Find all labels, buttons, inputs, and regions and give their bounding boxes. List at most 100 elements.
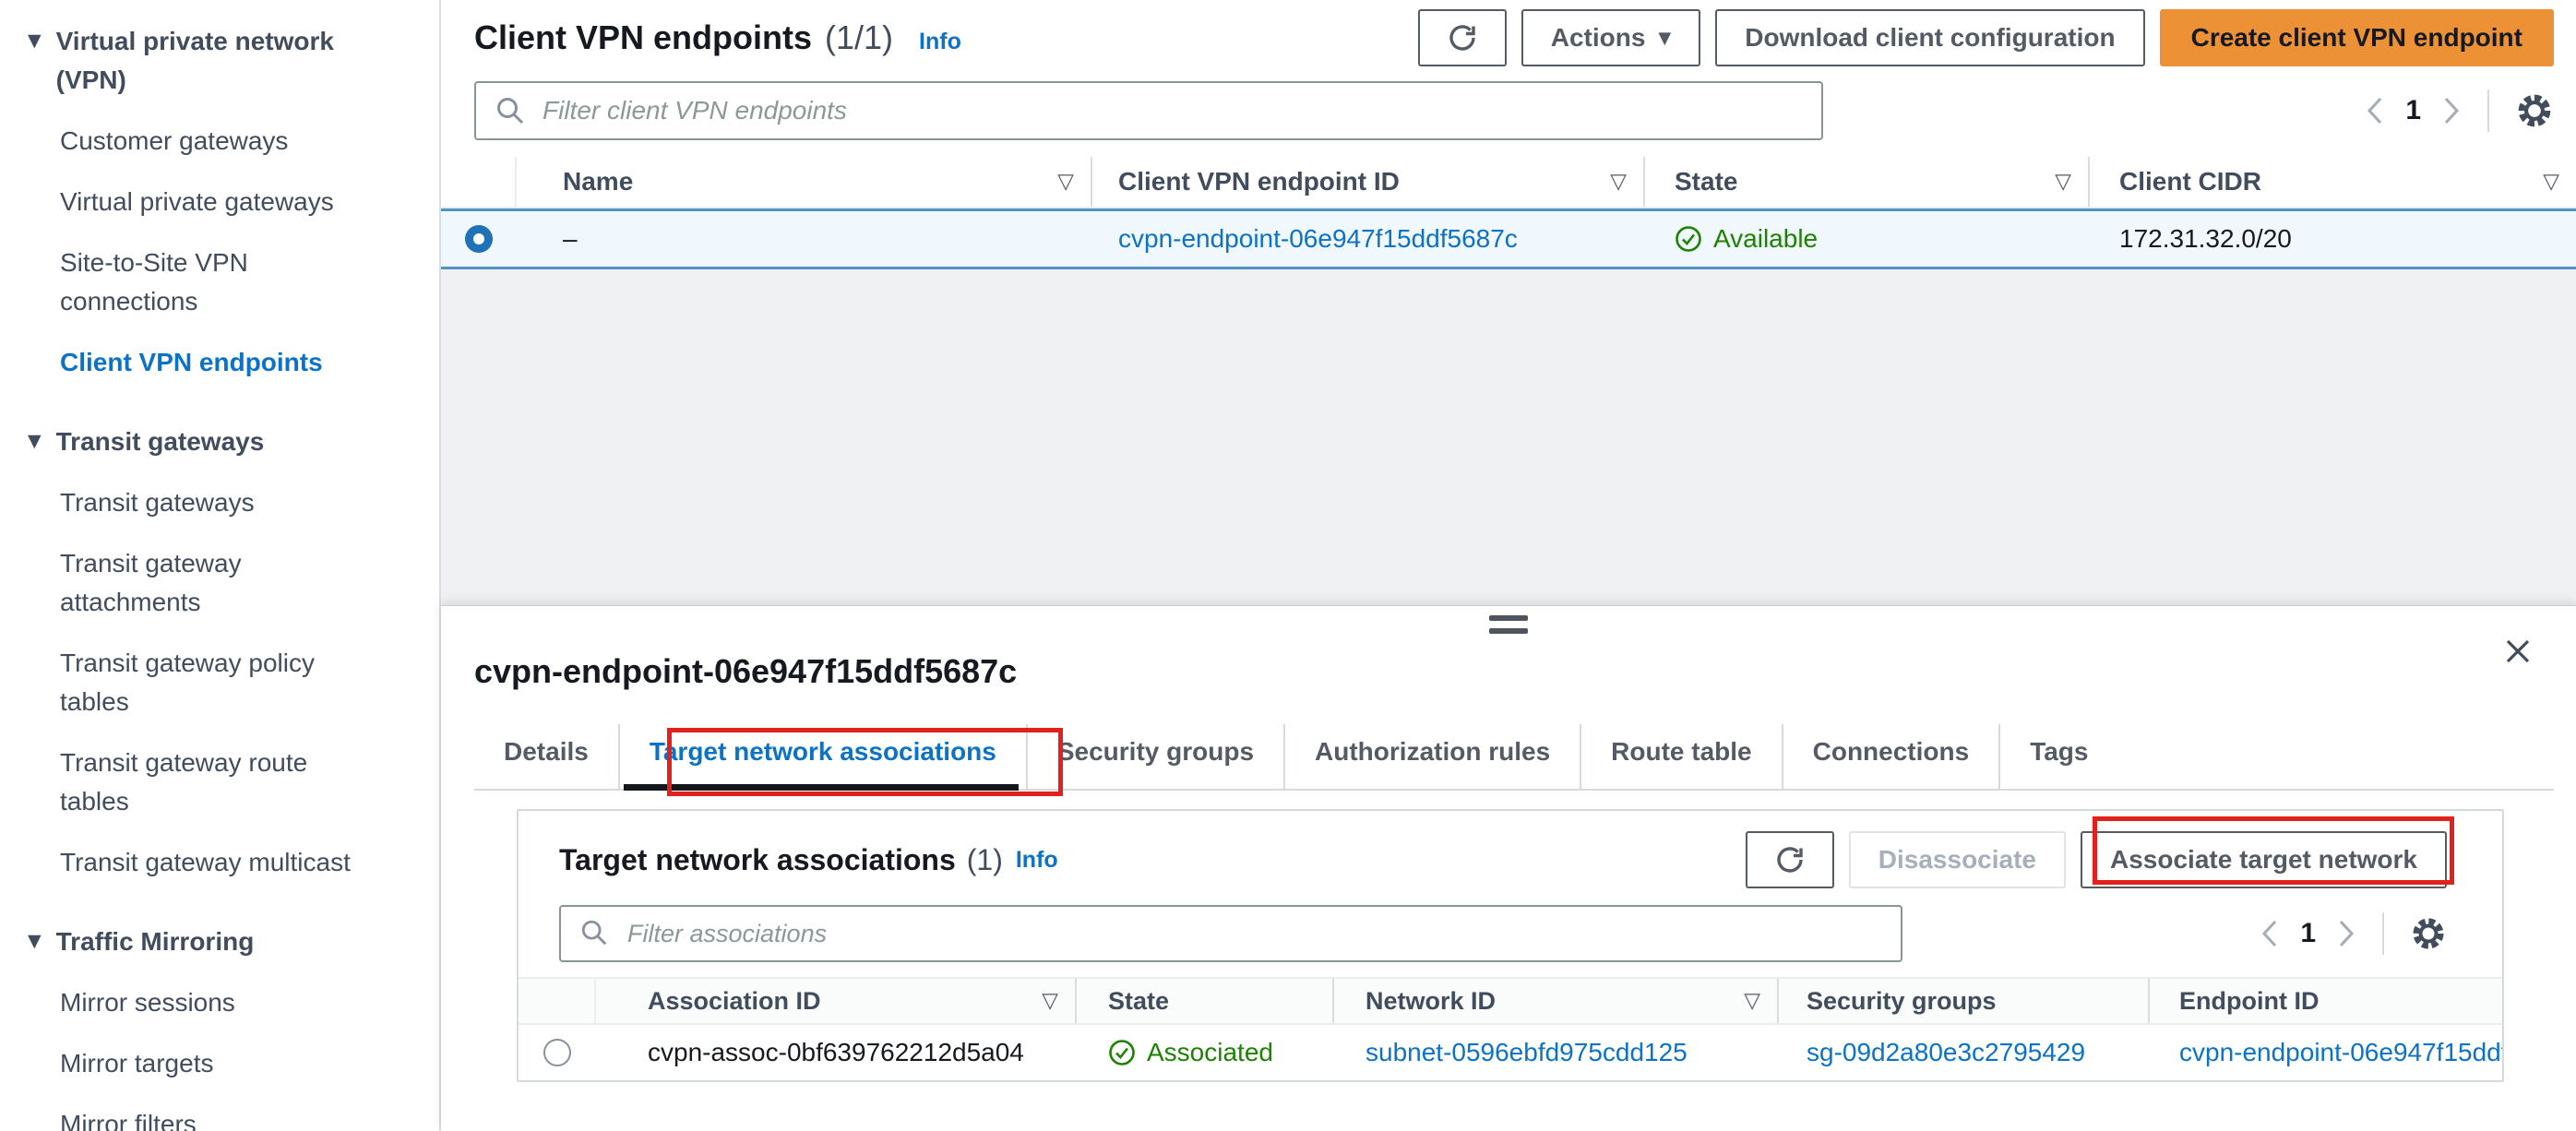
sidebar-item-mirror-filters[interactable]: Mirror filters [60,1105,374,1131]
status-badge: Available [1675,224,1818,254]
associate-target-network-button[interactable]: Associate target network [2081,831,2447,888]
sidebar-item-mirror-targets[interactable]: Mirror targets [60,1044,374,1083]
column-header-state[interactable]: State ▽ [1645,157,2090,207]
endpoint-id-link[interactable]: cvpn-endpoint-06e947f15ddf5687c [2179,1038,2502,1067]
sidebar-section-transit-gateways[interactable]: ▼ Transit gateways [28,423,439,461]
sidebar-item-virtual-private-gateways[interactable]: Virtual private gateways [60,183,374,221]
page-count: (1/1) [825,18,894,56]
download-label: Download client configuration [1745,23,2116,52]
sidebar-item-site-to-site-vpn-connections[interactable]: Site-to-Site VPN connections [60,244,374,321]
endpoints-table-header: Name ▽ Client VPN endpoint ID ▽ State ▽ … [441,157,2576,208]
state-cell: Available [1645,211,2090,267]
info-link[interactable]: Info [1016,847,1058,874]
tab-target-network-associations[interactable]: Target network associations [617,724,1026,791]
row-radio-unselected[interactable] [543,1039,571,1066]
associations-count: (1) [966,842,1003,876]
disassociate-button[interactable]: Disassociate [1848,831,2066,888]
page-title: Client VPN endpoints [474,18,813,56]
sidebar-item-transit-gateway-multicast[interactable]: Transit gateway multicast [60,843,374,882]
column-header-security-groups[interactable]: Security groups [1779,979,2150,1023]
caret-down-icon: ▼ [28,931,42,951]
refresh-button[interactable] [1417,9,1507,66]
divider [2382,912,2384,955]
previous-page-icon[interactable] [2260,918,2280,949]
sidebar-section-label: Virtual private network (VPN) [55,27,334,94]
sidebar-group-traffic-mirroring: Mirror sessions Mirror targets Mirror fi… [60,983,439,1131]
sidebar-item-transit-gateways[interactable]: Transit gateways [60,483,374,522]
sidebar-section-traffic-mirroring[interactable]: ▼ Traffic Mirroring [28,923,439,961]
sort-icon[interactable]: ▽ [1042,989,1058,1013]
create-client-vpn-endpoint-button[interactable]: Create client VPN endpoint [2159,9,2554,66]
check-circle-icon [1108,1039,1136,1066]
previous-page-icon[interactable] [2365,95,2385,126]
split-panel: cvpn-endpoint-06e947f15ddf5687c Details … [441,605,2576,1131]
sort-icon[interactable]: ▽ [1057,170,1074,194]
refresh-icon [1774,844,1806,875]
associations-title: Target network associations [559,842,956,876]
close-icon[interactable] [2502,636,2534,667]
subnet-link[interactable]: subnet-0596ebfd975cdd125 [1366,1038,1688,1067]
row-select-cell [519,1025,596,1080]
page-number[interactable]: 1 [2300,918,2316,949]
column-header-name[interactable]: Name ▽ [517,157,1092,207]
sort-icon[interactable]: ▽ [1610,170,1627,194]
sidebar-section-label: Transit gateways [55,427,265,456]
endpoints-filter-input[interactable] [474,81,1823,140]
search-icon [579,918,609,947]
select-all-column-header [441,157,517,207]
tab-details[interactable]: Details [474,724,618,789]
sidebar-group-vpn: Customer gateways Virtual private gatewa… [60,122,439,382]
column-header-state[interactable]: State [1077,979,1334,1023]
tab-connections[interactable]: Connections [1781,724,1999,789]
settings-gear-icon[interactable] [2410,915,2447,952]
column-header-association-id[interactable]: Association ID ▽ [596,979,1077,1023]
associations-buttons: Disassociate Associate target network [1745,831,2447,888]
endpoints-filter-row: 1 [474,81,2554,140]
association-table-row[interactable]: cvpn-assoc-0bf639762212d5a04 Associated … [519,1025,2502,1080]
next-page-icon[interactable] [2441,95,2462,126]
tab-authorization-rules[interactable]: Authorization rules [1283,724,1580,789]
sidebar-item-transit-gateway-policy-tables[interactable]: Transit gateway policy tables [60,644,374,721]
sidebar-item-customer-gateways[interactable]: Customer gateways [60,122,374,161]
target-network-associations-card: Target network associations (1) Info Dis… [517,809,2504,1082]
association-id-cell: cvpn-assoc-0bf639762212d5a04 [648,1038,1024,1066]
tab-route-table[interactable]: Route table [1580,724,1781,789]
next-page-icon[interactable] [2336,918,2356,949]
sidebar-section-label: Traffic Mirroring [55,927,255,956]
column-header-network-id[interactable]: Network ID ▽ [1334,979,1779,1023]
sidebar-item-transit-gateway-attachments[interactable]: Transit gateway attachments [60,544,374,622]
refresh-button[interactable] [1745,831,1834,888]
associations-table: Association ID ▽ State Network ID ▽ Secu… [519,977,2502,1080]
info-link[interactable]: Info [919,29,961,55]
associations-filter-input[interactable] [559,905,1902,962]
column-header-endpoint-id[interactable]: Endpoint ID [2150,979,2502,1023]
associations-filter-row: 1 [519,888,2502,962]
endpoint-id-link[interactable]: cvpn-endpoint-06e947f15ddf5687c [1118,224,1518,254]
sort-icon[interactable]: ▽ [1744,989,1760,1013]
column-header-endpoint-id[interactable]: Client VPN endpoint ID ▽ [1092,157,1645,207]
refresh-icon [1447,22,1478,54]
caret-down-icon: ▼ [1658,28,1672,48]
associations-search-box [559,905,1902,962]
download-client-configuration-button[interactable]: Download client configuration [1715,9,2145,66]
page-toolbar: Client VPN endpoints (1/1) Info Actions … [474,9,2554,66]
sort-icon[interactable]: ▽ [2055,170,2071,194]
endpoint-table-row[interactable]: – cvpn-endpoint-06e947f15ddf5687c Availa… [441,208,2576,269]
select-all-column-header [519,979,596,1023]
sidebar-section-vpn[interactable]: ▼ Virtual private network (VPN) [28,22,439,100]
sort-icon[interactable]: ▽ [2543,170,2559,194]
tab-tags[interactable]: Tags [1998,724,2117,789]
tab-security-groups[interactable]: Security groups [1025,724,1283,789]
sidebar-item-transit-gateway-route-tables[interactable]: Transit gateway route tables [60,744,374,821]
sidebar-item-client-vpn-endpoints[interactable]: Client VPN endpoints [60,343,374,382]
split-panel-drag-handle[interactable] [1489,615,1528,641]
split-panel-title: cvpn-endpoint-06e947f15ddf5687c [474,652,1018,690]
column-header-client-cidr[interactable]: Client CIDR ▽ [2090,157,2576,207]
state-cell: Associated [1077,1025,1334,1080]
settings-gear-icon[interactable] [2515,91,2554,130]
page-number[interactable]: 1 [2405,95,2421,126]
row-radio-selected[interactable] [465,225,493,253]
sidebar-item-mirror-sessions[interactable]: Mirror sessions [60,983,374,1022]
security-group-link[interactable]: sg-09d2a80e3c2795429 [1807,1038,2085,1067]
actions-button[interactable]: Actions ▼ [1521,9,1701,66]
